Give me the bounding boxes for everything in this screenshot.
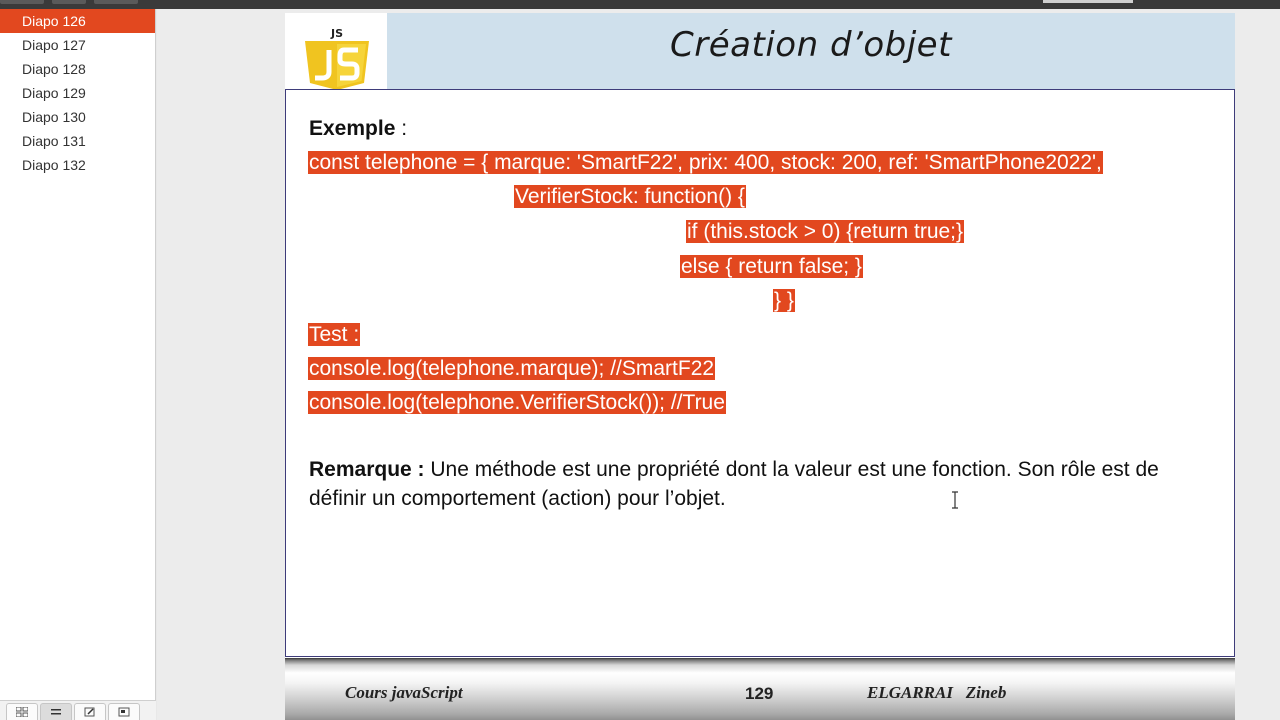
test-line-2[interactable]: console.log(telephone.VerifierStock()); … [308,386,726,420]
slide-list: Diapo 126 Diapo 127 Diapo 128 Diapo 129 … [0,9,155,177]
window-top-strip [0,0,1280,9]
test-heading[interactable]: Test : [308,318,361,352]
code-line-4-text: else { return false; } [680,255,863,278]
test-line-2-text: console.log(telephone.VerifierStock()); … [308,391,726,414]
example-label: Exemple [309,117,396,140]
code-line-5[interactable]: } } [773,284,795,318]
code-line-2-text: VerifierStock: function() { [514,185,746,208]
slide-title: Création d’objet [670,25,952,65]
code-line-3[interactable]: if (this.stock > 0) {return true;} [686,215,965,249]
code-line-2[interactable]: VerifierStock: function() { [514,180,746,214]
grid-view-button[interactable] [6,703,38,720]
code-line-1[interactable]: const telephone = { marque: 'SmartF22', … [308,146,1103,180]
test-line-1[interactable]: console.log(telephone.marque); //SmartF2… [308,352,716,386]
code-line-5-text: } } [773,289,795,312]
slide-workspace: JS Création d’objet Exemple : const tele… [157,9,1280,720]
code-line-4[interactable]: else { return false; } [680,250,863,284]
remark-label: Remarque : [309,458,425,481]
toolbar-button[interactable] [52,0,86,4]
toolbar-button[interactable] [0,0,44,4]
footer-author: ELGARRAI Zineb [867,683,1007,702]
slide-item-131[interactable]: Diapo 131 [0,129,155,153]
text-cursor-icon [952,491,958,509]
grid-view-icon [16,707,28,717]
test-label: Test : [308,323,361,346]
slide-header: JS Création d’objet [285,13,1235,90]
edit-view-button[interactable] [74,703,106,720]
example-colon: : [395,117,408,140]
test-line-1-text: console.log(telephone.marque); //SmartF2… [308,357,716,380]
slide-item-129[interactable]: Diapo 129 [0,81,155,105]
slide-item-130[interactable]: Diapo 130 [0,105,155,129]
notes-view-button[interactable] [108,703,140,720]
example-heading: Exemple : [309,112,407,146]
remark-paragraph[interactable]: Remarque : Une méthode est une propriété… [309,455,1214,513]
search-box[interactable] [1043,0,1133,3]
slide-canvas[interactable]: JS Création d’objet Exemple : const tele… [285,13,1235,720]
toolbar-button[interactable] [94,0,138,4]
outline-view-button[interactable] [40,703,72,720]
slide-sorter-panel: Diapo 126 Diapo 127 Diapo 128 Diapo 129 … [0,9,156,720]
js-logo-icon: JS [305,28,369,90]
code-line-3-text: if (this.stock > 0) {return true;} [686,220,965,243]
slide-item-132[interactable]: Diapo 132 [0,153,155,177]
slide-item-128[interactable]: Diapo 128 [0,57,155,81]
view-mode-bar [0,700,156,720]
code-line-1-text: const telephone = { marque: 'SmartF22', … [308,151,1103,174]
outline-view-icon [51,709,61,715]
notes-view-icon [118,707,130,717]
slide-footer: Cours javaScript 129 ELGARRAI Zineb [285,658,1235,720]
edit-view-icon [84,707,95,717]
footer-page-number: 129 [745,684,774,703]
slide-item-126[interactable]: Diapo 126 [0,9,155,33]
slide-content-box: Exemple : const telephone = { marque: 'S… [285,89,1235,657]
slide-item-127[interactable]: Diapo 127 [0,33,155,57]
remark-text: Une méthode est une propriété dont la va… [309,458,1159,510]
logo-box: JS [285,13,387,90]
js-logo-label: JS [330,28,343,40]
footer-course: Cours javaScript [345,683,463,702]
